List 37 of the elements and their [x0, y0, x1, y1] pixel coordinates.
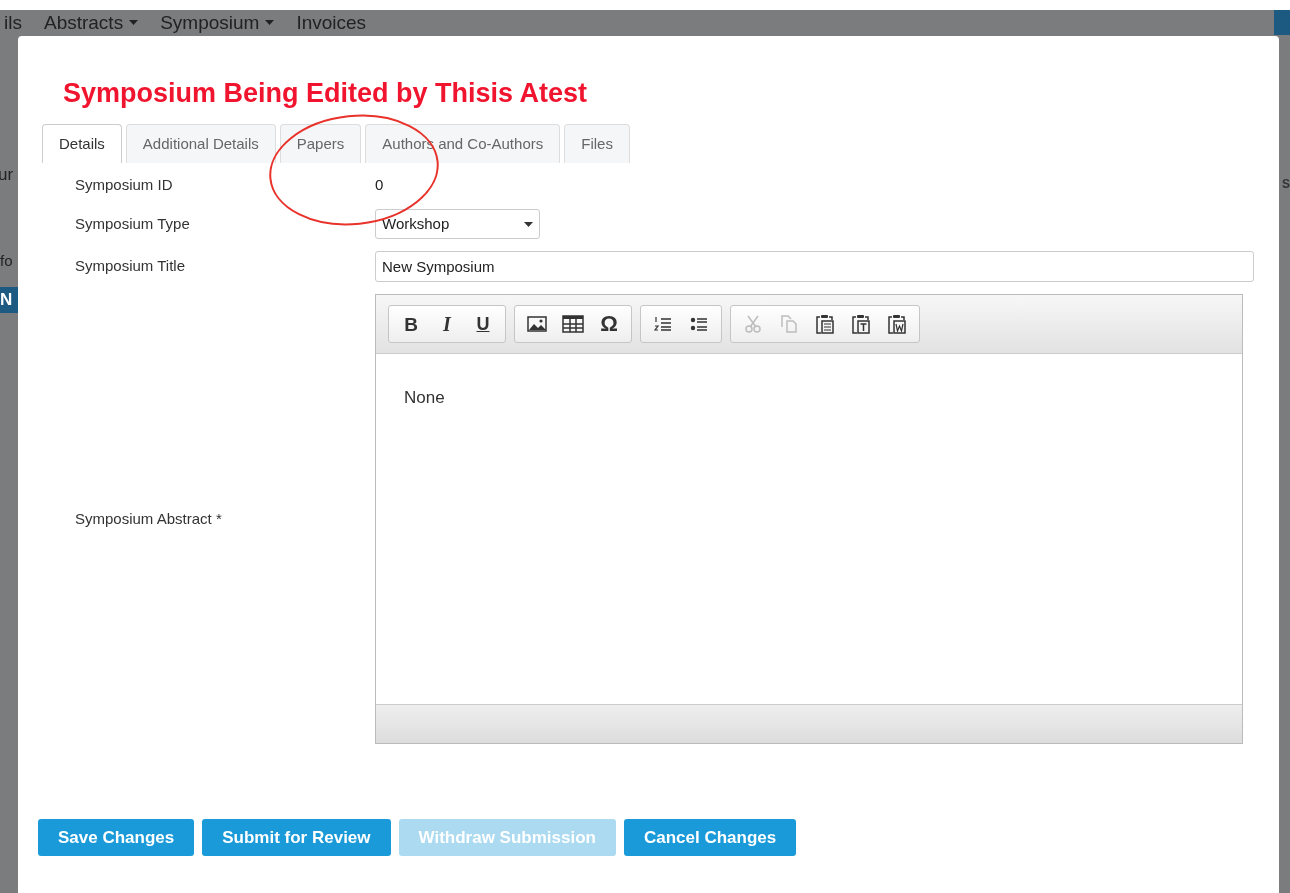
paste-icon [816, 314, 834, 334]
background-text: S [1282, 176, 1290, 193]
field-label: Symposium Title [75, 256, 187, 277]
paste-text-icon [852, 314, 870, 334]
dialog-title: Symposium Being Edited by Thisis Atest [63, 77, 588, 110]
toolbar-button[interactable]: I [431, 309, 463, 339]
tab[interactable]: Files [564, 124, 630, 163]
nav-menu-item[interactable]: Abstracts [43, 13, 139, 32]
toolbar-button[interactable]: Ω [593, 309, 625, 339]
editor-text: None [404, 388, 445, 407]
caret-icon [524, 221, 533, 227]
nav-menu-item[interactable]: ils [4, 13, 22, 32]
type-select[interactable]: Workshop [375, 209, 540, 239]
copy-icon [780, 315, 798, 333]
tab[interactable]: Additional Details [125, 124, 276, 163]
background-text: fo [0, 251, 14, 271]
field-value: 0 [375, 176, 384, 193]
table-icon [562, 315, 584, 333]
action-button[interactable]: Cancel Changes [623, 819, 797, 856]
image-icon [527, 315, 547, 333]
tab[interactable]: Details [42, 124, 122, 163]
numbered-list-icon [654, 316, 672, 332]
field-label: Symposium Abstract * [75, 508, 223, 529]
bulleted-list-icon [690, 316, 708, 332]
nav-menu-item[interactable]: Invoices [296, 13, 367, 32]
title-field[interactable]: New Symposium [375, 251, 1254, 282]
paste-word-icon [888, 314, 906, 334]
action-button[interactable]: Save Changes [38, 819, 195, 856]
tab[interactable]: Papers [279, 124, 362, 163]
toolbar-button[interactable]: U [467, 309, 499, 339]
field-label: Symposium ID [75, 174, 174, 195]
background-text: N [0, 287, 18, 313]
scissors-icon [744, 315, 762, 333]
action-button[interactable]: Submit for Review [202, 819, 391, 856]
toolbar-button[interactable]: B [395, 309, 427, 339]
field-label: Symposium Type [75, 213, 191, 234]
nav-menu-item[interactable]: Symposium [160, 13, 275, 32]
